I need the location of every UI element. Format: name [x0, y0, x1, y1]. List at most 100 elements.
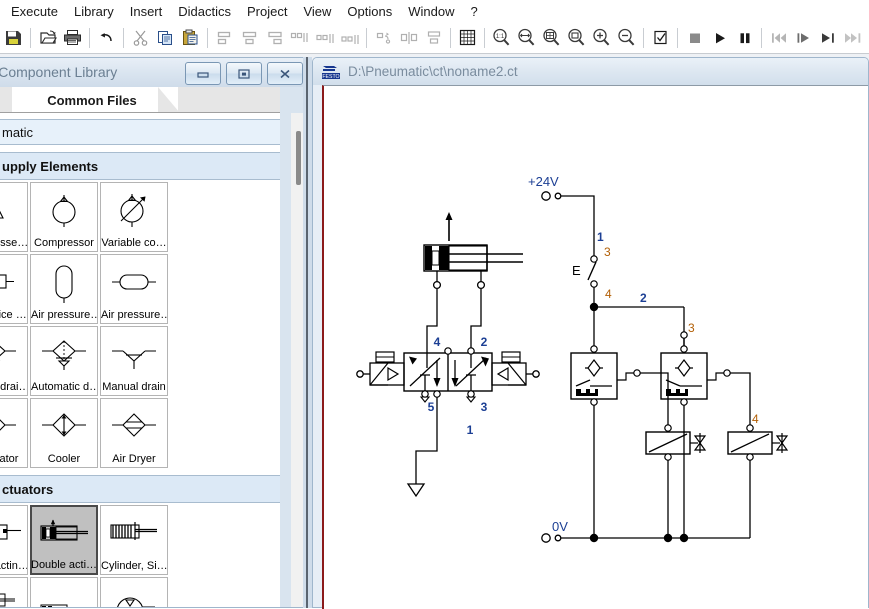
copy-icon[interactable] — [153, 25, 178, 51]
item-row: Lubricator Cooler — [0, 396, 280, 468]
automatic-drain-filter-icon — [31, 327, 97, 381]
group-header-pneumatic[interactable]: matic — [0, 119, 280, 145]
valve-port-label-3: 3 — [481, 400, 488, 414]
maximize-button[interactable] — [226, 62, 262, 85]
list-item[interactable]: Cylinder, Si… — [100, 505, 168, 575]
play-icon[interactable] — [707, 25, 732, 51]
cylinder-single-spring-icon — [101, 506, 167, 560]
zoom-in-icon[interactable] — [589, 25, 614, 51]
rotate-icon[interactable] — [371, 25, 396, 51]
mirror-vertical-icon[interactable] — [396, 25, 421, 51]
item-label: Single actin… — [0, 560, 27, 572]
distribute-right-icon[interactable] — [337, 25, 362, 51]
list-item-selected[interactable]: Double acti… — [30, 505, 98, 575]
menu-item-execute[interactable]: Execute — [3, 2, 66, 21]
menu-item-options[interactable]: Options — [339, 2, 400, 21]
slow-motion-icon[interactable] — [791, 25, 816, 51]
paste-icon[interactable] — [178, 25, 203, 51]
item-label: Air Dryer — [112, 453, 156, 465]
save-icon[interactable] — [1, 25, 26, 51]
zoom-fit-width-icon[interactable] — [514, 25, 539, 51]
list-item[interactable]: Air service … — [0, 254, 28, 324]
toolbar-separator — [203, 27, 212, 49]
valve-port-label-2: 2 — [481, 335, 488, 349]
zoom-100-icon[interactable]: 1:1 — [489, 25, 514, 51]
list-item[interactable] — [100, 577, 168, 607]
tab-common-files[interactable]: Common Files — [12, 87, 172, 113]
menu-item-window[interactable]: Window — [400, 2, 462, 21]
library-item-list[interactable]: matic upply Elements sse… Compressor Var… — [0, 113, 280, 607]
manual-drain-icon — [101, 327, 167, 381]
scrollbar-thumb[interactable] — [296, 131, 301, 185]
library-title-bar[interactable]: hical View - Component Library — [0, 58, 309, 87]
align-right-icon[interactable] — [262, 25, 287, 51]
switch-terminal-4: 4 — [605, 287, 612, 301]
item-label: Air service … — [0, 309, 27, 321]
list-item[interactable]: Automatic d… — [30, 326, 98, 396]
toolbar-separator — [757, 27, 766, 49]
library-tabs: My Files Common Files — [0, 87, 280, 113]
stop-icon[interactable] — [682, 25, 707, 51]
pause-icon[interactable] — [732, 25, 757, 51]
list-item[interactable]: Manual drain — [100, 326, 168, 396]
menu-item-help[interactable]: ? — [462, 2, 485, 21]
reset-icon[interactable] — [766, 25, 791, 51]
rung-label-1: 1 — [597, 230, 604, 244]
distribute-center-icon[interactable] — [312, 25, 337, 51]
group-header-supply-elements[interactable]: upply Elements — [0, 152, 280, 180]
list-item[interactable]: Single actin… — [0, 505, 28, 575]
compressor-circle-icon — [31, 183, 97, 237]
list-item[interactable] — [30, 577, 98, 607]
minimize-button[interactable] — [185, 62, 221, 85]
open-project-icon[interactable] — [35, 25, 60, 51]
list-item[interactable]: Cooler — [30, 398, 98, 468]
list-item[interactable]: Variable co… — [100, 182, 168, 252]
solenoid-label-4: 4 — [752, 412, 759, 426]
menu-bar: Execute Library Insert Didactics Project… — [0, 0, 869, 22]
align-center-icon[interactable] — [237, 25, 262, 51]
festo-logo-icon: FESTO — [321, 63, 341, 81]
list-item[interactable]: Air pressure… — [100, 254, 168, 324]
air-reservoir-vertical-icon — [31, 255, 97, 309]
zoom-out-icon[interactable] — [614, 25, 639, 51]
mirror-horizontal-icon[interactable] — [421, 25, 446, 51]
distribute-left-icon[interactable] — [287, 25, 312, 51]
air-motor-icon — [101, 578, 167, 607]
zoom-fit-page-icon[interactable] — [539, 25, 564, 51]
list-item[interactable]: Compresse… — [0, 182, 28, 252]
group-label: upply Elements — [2, 158, 99, 174]
switch-label-e: E — [572, 263, 581, 278]
check-circuit-icon[interactable] — [648, 25, 673, 51]
menu-item-insert[interactable]: Insert — [122, 2, 171, 21]
valve-port-label-1: 1 — [467, 423, 474, 437]
list-item[interactable] — [0, 577, 28, 607]
group-header-actuators[interactable]: ctuators — [0, 475, 280, 503]
grid-icon[interactable] — [455, 25, 480, 51]
zoom-region-icon[interactable] — [564, 25, 589, 51]
list-item[interactable]: Compressor — [30, 182, 98, 252]
step-icon[interactable] — [816, 25, 841, 51]
menu-item-library[interactable]: Library — [66, 2, 122, 21]
item-row — [0, 575, 280, 607]
print-icon[interactable] — [60, 25, 85, 51]
cut-icon[interactable] — [128, 25, 153, 51]
list-item[interactable]: Manual drai… — [0, 326, 28, 396]
end-icon[interactable] — [841, 25, 866, 51]
document-title-bar[interactable]: FESTO D:\Pneumatic\ct\noname2.ct — [313, 58, 868, 85]
close-button[interactable] — [267, 62, 303, 85]
list-item[interactable]: Lubricator — [0, 398, 28, 468]
menu-item-didactics[interactable]: Didactics — [170, 2, 239, 21]
pane-splitter[interactable] — [303, 57, 312, 608]
list-item[interactable]: Air pressure… — [30, 254, 98, 324]
align-left-icon[interactable] — [212, 25, 237, 51]
toolbar-separator — [446, 27, 455, 49]
svg-text:1:1: 1:1 — [496, 34, 505, 40]
short-cylinder-icon — [31, 578, 97, 607]
list-item[interactable]: Air Dryer — [100, 398, 168, 468]
menu-item-view[interactable]: View — [295, 2, 339, 21]
circuit-drawing[interactable]: 4 2 5 3 1 +24V 0V 1 2 3 4 3 4 E — [324, 86, 868, 609]
circuit-canvas[interactable]: 4 2 5 3 1 +24V 0V 1 2 3 4 3 4 E — [322, 85, 868, 609]
menu-item-project[interactable]: Project — [239, 2, 295, 21]
item-label: Compresse… — [0, 237, 27, 249]
undo-icon[interactable] — [94, 25, 119, 51]
